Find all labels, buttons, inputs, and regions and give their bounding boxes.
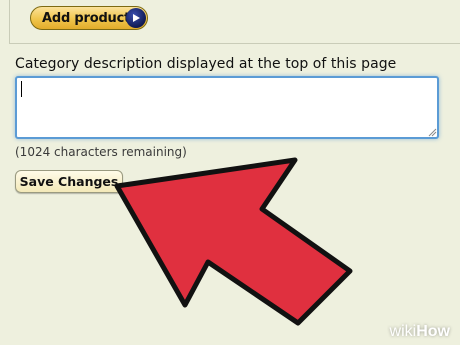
save-changes-button[interactable]: Save Changes bbox=[15, 170, 123, 193]
text-caret bbox=[21, 81, 22, 97]
add-products-button[interactable]: Add products bbox=[30, 6, 148, 30]
wikihow-watermark: wikiHow bbox=[390, 323, 450, 341]
category-description-input[interactable] bbox=[15, 76, 439, 139]
watermark-how: How bbox=[416, 323, 450, 340]
description-label: Category description displayed at the to… bbox=[15, 56, 397, 72]
add-products-label: Add products bbox=[42, 10, 138, 26]
resize-handle-icon[interactable] bbox=[427, 127, 437, 137]
watermark-wiki: wiki bbox=[389, 323, 417, 340]
panel-border bbox=[9, 0, 10, 44]
arrow-right-icon bbox=[126, 8, 146, 28]
section-divider bbox=[9, 43, 460, 44]
characters-remaining: (1024 characters remaining) bbox=[15, 145, 187, 159]
